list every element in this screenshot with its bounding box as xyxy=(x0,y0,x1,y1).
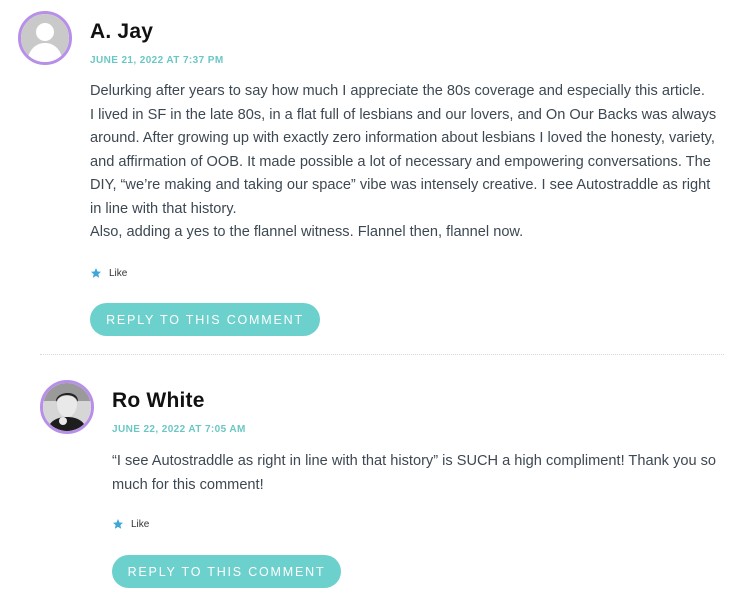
comment-date[interactable]: JUNE 22, 2022 AT 7:05 AM xyxy=(112,424,246,435)
like-label: Like xyxy=(131,518,150,530)
star-icon xyxy=(113,519,123,529)
like-button[interactable]: Like xyxy=(112,518,149,530)
comment-ro-white: Ro White JUNE 22, 2022 AT 7:05 AM “I see… xyxy=(0,0,744,600)
avatar[interactable] xyxy=(40,380,94,434)
comment-body: “I see Autostraddle as right in line wit… xyxy=(112,450,718,497)
comment-author[interactable]: Ro White xyxy=(112,389,205,413)
user-photo-avatar-icon xyxy=(43,383,91,431)
reply-button[interactable]: REPLY TO THIS COMMENT xyxy=(112,555,341,588)
comment-paragraph: “I see Autostraddle as right in line wit… xyxy=(112,453,717,493)
